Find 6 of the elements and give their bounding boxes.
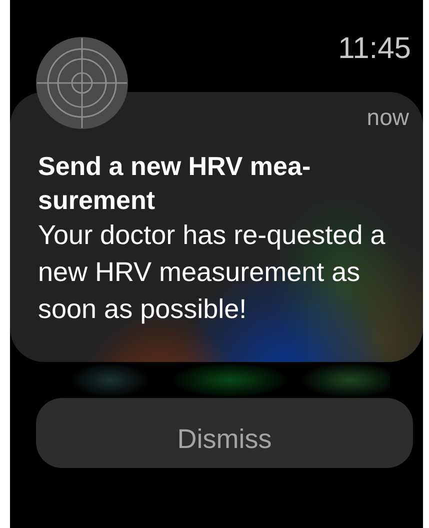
clock-time: 11:45 [338, 32, 411, 65]
dismiss-button[interactable]: Dismiss [36, 398, 413, 468]
timestamp: now [366, 104, 409, 130]
notification-title: Send a new HRV mea-surement [38, 150, 312, 217]
notification-message: Your doctor has re-quested a new HRV measurement as soon as possible! [38, 219, 386, 326]
notification-card[interactable]: now Send a new HRV mea-surement Your doctor has re-quested a new HRV measurement as soon as possible! [10, 92, 423, 362]
